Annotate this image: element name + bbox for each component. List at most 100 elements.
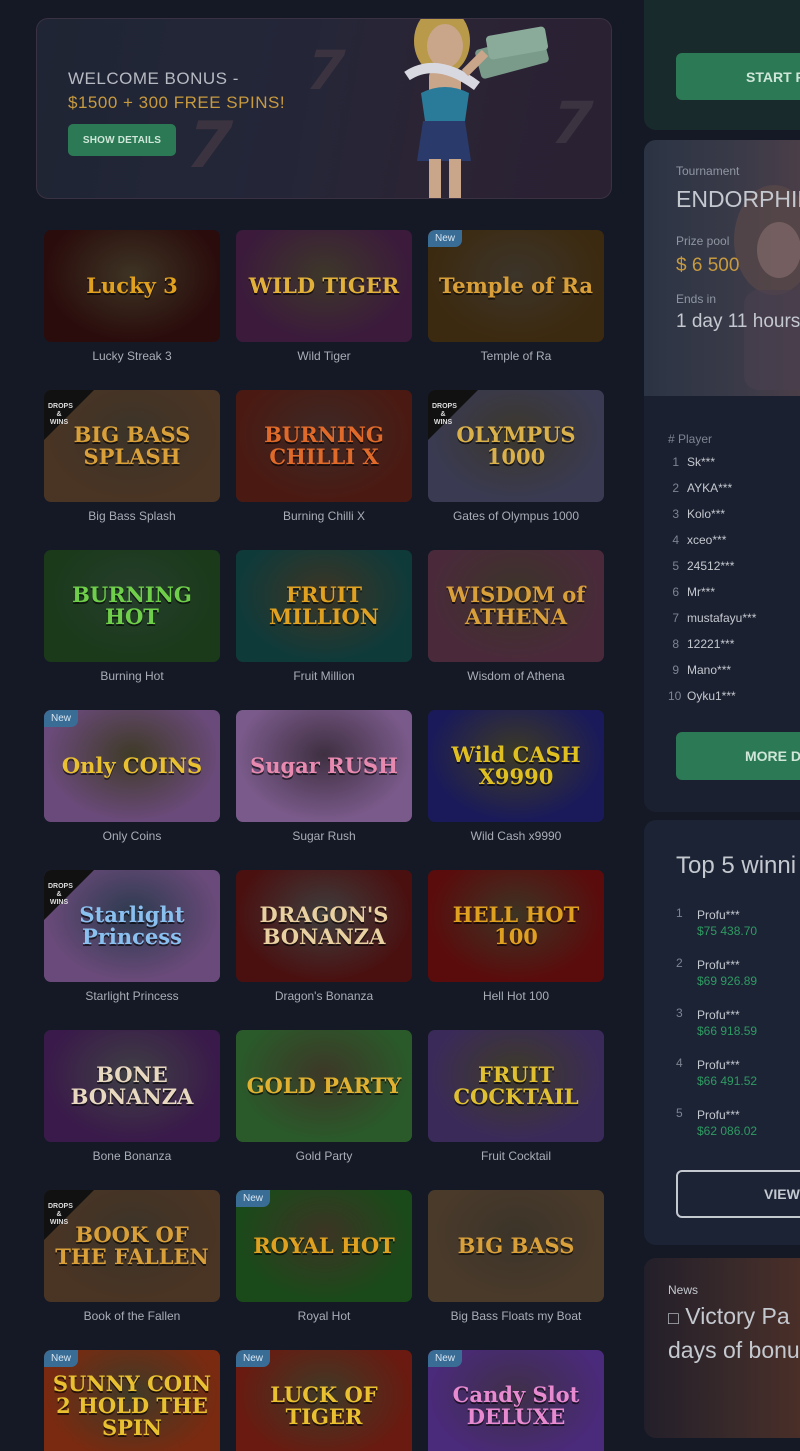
players-list: 1 Sk*** 2 AYKA*** 3 Kolo*** 4 xceo*** 5 24512*** 6… — [668, 455, 800, 715]
top-winners-title: Top 5 winni — [676, 852, 797, 879]
game-title[interactable]: Hell Hot 100 — [428, 989, 604, 1003]
game-logo-art: WILD TIGER — [248, 273, 400, 298]
game-thumbnail[interactable]: SUNNY COIN 2 HOLD THE SPIN New — [44, 1350, 220, 1451]
game-title[interactable]: Big Bass Floats my Boat — [428, 1309, 604, 1323]
game-thumbnail[interactable]: Only COINS New — [44, 710, 220, 822]
game-thumbnail[interactable]: FRUIT COCKTAIL — [428, 1030, 604, 1142]
game-card[interactable]: FRUIT MILLION Fruit Million — [236, 550, 412, 686]
pinup-girl-illustration — [404, 19, 549, 198]
game-thumbnail[interactable]: Wild CASH X9990 — [428, 710, 604, 822]
player-row: 1 Sk*** — [668, 455, 800, 481]
game-thumbnail[interactable]: Lucky 3 — [44, 230, 220, 342]
game-logo-art: WISDOM of ATHENA — [446, 582, 586, 629]
game-title[interactable]: Sugar Rush — [236, 829, 412, 843]
game-card[interactable]: BONE BONANZA Bone Bonanza — [44, 1030, 220, 1166]
game-title[interactable]: Wild Tiger — [236, 349, 412, 363]
game-thumbnail[interactable]: Temple of Ra New — [428, 230, 604, 342]
game-thumbnail[interactable]: Candy Slot DELUXE New — [428, 1350, 604, 1451]
game-title[interactable]: Gates of Olympus 1000 — [428, 509, 604, 523]
more-details-button[interactable]: MORE D — [676, 732, 800, 780]
game-card[interactable]: OLYMPUS 1000 DROPS & WINS Gates of Olympus… — [428, 390, 604, 526]
drops-wins-label: DROPS & WINS — [48, 883, 73, 906]
players-table: # Player 1 Sk*** 2 AYKA*** 3 Kolo*** 4 xceo*** 5… — [668, 432, 800, 715]
game-card[interactable]: BOOK OF THE FALLEN DROPS & WINS Book of th… — [44, 1190, 220, 1326]
view-all-button[interactable]: VIEW — [676, 1170, 800, 1218]
game-thumbnail[interactable]: Sugar RUSH — [236, 710, 412, 822]
game-thumbnail[interactable]: HELL HOT 100 — [428, 870, 604, 982]
news-headline: □ Victory Pa days of bonu — [668, 1300, 800, 1366]
decor-seven-icon: 7 — [298, 39, 354, 102]
game-card[interactable]: BURNING CHILLI X Burning Chilli X — [236, 390, 412, 526]
game-thumbnail[interactable]: GOLD PARTY — [236, 1030, 412, 1142]
player-name: Mr*** — [687, 585, 716, 599]
game-title[interactable]: Fruit Million — [236, 669, 412, 683]
game-logo-art: BONE BONANZA — [70, 1062, 194, 1109]
game-card[interactable]: WISDOM of ATHENA Wisdom of Athena — [428, 550, 604, 686]
game-title[interactable]: Book of the Fallen — [44, 1309, 220, 1323]
game-card[interactable]: Candy Slot DELUXENewCandy Slot Deluxe — [428, 1350, 604, 1451]
game-title[interactable]: Wild Cash x9990 — [428, 829, 604, 843]
game-thumbnail[interactable]: ROYAL HOT New — [236, 1190, 412, 1302]
game-thumbnail[interactable]: DRAGON'S BONANZA — [236, 870, 412, 982]
game-card[interactable]: Starlight Princess DROPS & WINS Starlight … — [44, 870, 220, 1006]
game-title[interactable]: Temple of Ra — [428, 349, 604, 363]
drops-wins-badge: DROPS & WINS — [44, 870, 94, 920]
game-title[interactable]: Fruit Cocktail — [428, 1149, 604, 1163]
game-thumbnail[interactable]: FRUIT MILLION — [236, 550, 412, 662]
game-thumbnail[interactable]: BIG BASS SPLASH DROPS & WINS — [44, 390, 220, 502]
game-thumbnail[interactable]: BIG BASS — [428, 1190, 604, 1302]
game-thumbnail[interactable]: Starlight Princess DROPS & WINS — [44, 870, 220, 982]
winner-user: Profu*** — [697, 1058, 740, 1072]
game-thumbnail[interactable]: BURNING CHILLI X — [236, 390, 412, 502]
game-title[interactable]: Only Coins — [44, 829, 220, 843]
game-thumbnail[interactable]: BOOK OF THE FALLEN DROPS & WINS — [44, 1190, 220, 1302]
game-logo-art: GOLD PARTY — [246, 1073, 402, 1098]
game-title[interactable]: Wisdom of Athena — [428, 669, 604, 683]
game-title[interactable]: Bone Bonanza — [44, 1149, 220, 1163]
game-thumbnail[interactable]: WISDOM of ATHENA — [428, 550, 604, 662]
game-card[interactable]: GOLD PARTY Gold Party — [236, 1030, 412, 1166]
player-name: 12221*** — [687, 637, 735, 651]
winner-rank: 3 — [676, 1006, 683, 1020]
game-card[interactable]: Wild CASH X9990 Wild Cash x9990 — [428, 710, 604, 846]
game-card[interactable]: DRAGON'S BONANZA Dragon's Bonanza — [236, 870, 412, 1006]
game-thumbnail[interactable]: LUCK OF TIGER New — [236, 1350, 412, 1451]
news-panel[interactable]: News □ Victory Pa days of bonu — [644, 1258, 800, 1438]
start-button[interactable]: START F — [676, 53, 800, 100]
game-card[interactable]: FRUIT COCKTAIL Fruit Cocktail — [428, 1030, 604, 1166]
game-card[interactable]: SUNNY COIN 2 HOLD THE SPINNewSunny Coin … — [44, 1350, 220, 1451]
player-row: 5 24512*** — [668, 559, 800, 585]
game-card[interactable]: Only COINS New Only Coins — [44, 710, 220, 846]
game-card[interactable]: BURNING HOT Burning Hot — [44, 550, 220, 686]
tournament-name: ENDORPHIN — [676, 186, 800, 212]
game-card[interactable]: BIG BASS Big Bass Floats my Boat — [428, 1190, 604, 1326]
game-title[interactable]: Gold Party — [236, 1149, 412, 1163]
winner-user: Profu*** — [697, 1008, 740, 1022]
game-title[interactable]: Burning Chilli X — [236, 509, 412, 523]
game-card[interactable]: Sugar RUSH Sugar Rush — [236, 710, 412, 846]
player-name: mustafayu*** — [687, 611, 757, 625]
game-thumbnail[interactable]: BURNING HOT — [44, 550, 220, 662]
game-title[interactable]: Royal Hot — [236, 1309, 412, 1323]
game-thumbnail[interactable]: BONE BONANZA — [44, 1030, 220, 1142]
game-title[interactable]: Burning Hot — [44, 669, 220, 683]
welcome-bonus-banner[interactable]: 7 7 7 WELCOME BONUS - $1500 + 300 FREE S… — [36, 18, 612, 199]
game-title[interactable]: Lucky Streak 3 — [44, 349, 220, 363]
game-card[interactable]: Temple of Ra New Temple of Ra — [428, 230, 604, 366]
game-card[interactable]: BIG BASS SPLASH DROPS & WINS Big Bass Spla… — [44, 390, 220, 526]
game-card[interactable]: ROYAL HOT New Royal Hot — [236, 1190, 412, 1326]
game-title[interactable]: Big Bass Splash — [44, 509, 220, 523]
show-details-button[interactable]: SHOW DETAILS — [68, 124, 176, 156]
game-card[interactable]: LUCK OF TIGERNewLuck of Tiger — [236, 1350, 412, 1451]
game-thumbnail[interactable]: WILD TIGER — [236, 230, 412, 342]
game-card[interactable]: WILD TIGER Wild Tiger — [236, 230, 412, 366]
new-badge: New — [236, 1350, 271, 1367]
player-name: xceo*** — [687, 533, 727, 547]
game-card[interactable]: HELL HOT 100 Hell Hot 100 — [428, 870, 604, 1006]
winner-user: Profu*** — [697, 1108, 740, 1122]
player-row: 3 Kolo*** — [668, 507, 800, 533]
game-thumbnail[interactable]: OLYMPUS 1000 DROPS & WINS — [428, 390, 604, 502]
game-title[interactable]: Dragon's Bonanza — [236, 989, 412, 1003]
game-card[interactable]: Lucky 3 Lucky Streak 3 — [44, 230, 220, 366]
game-title[interactable]: Starlight Princess — [44, 989, 220, 1003]
